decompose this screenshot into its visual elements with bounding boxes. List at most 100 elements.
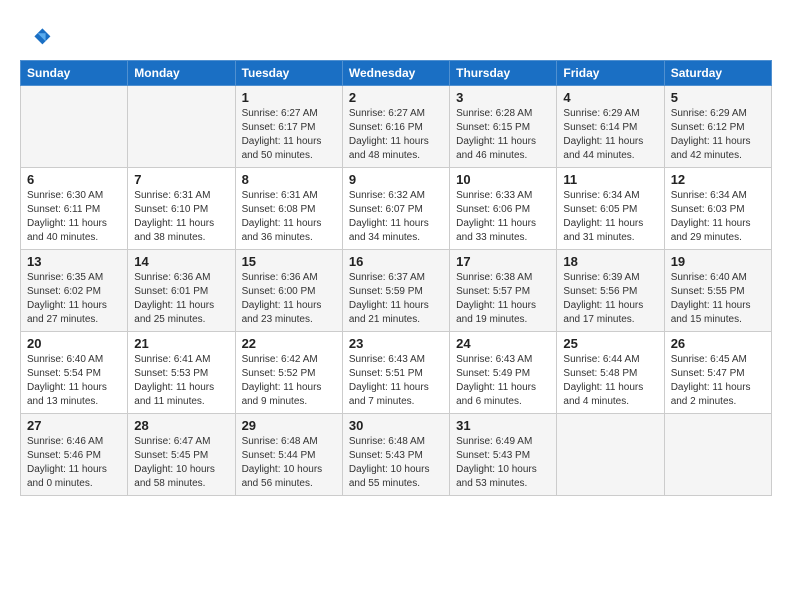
column-header-thursday: Thursday bbox=[450, 61, 557, 86]
calendar-cell: 27 Sunrise: 6:46 AM Sunset: 5:46 PM Dayli… bbox=[21, 414, 128, 496]
day-number: 23 bbox=[349, 336, 443, 351]
day-info: Sunrise: 6:45 AM Sunset: 5:47 PM Dayligh… bbox=[671, 353, 765, 409]
calendar-cell: 9Sunrise: 6:32 AM Sunset: 6:07 PM Daylig… bbox=[342, 168, 449, 250]
calendar-cell: 25 Sunrise: 6:44 AM Sunset: 5:48 PM Dayli… bbox=[557, 332, 664, 414]
calendar-cell: 20 Sunrise: 6:40 AM Sunset: 5:54 PM Dayli… bbox=[21, 332, 128, 414]
day-number: 21 bbox=[134, 336, 228, 351]
day-number: 20 bbox=[27, 336, 121, 351]
day-info: Sunrise: 6:43 AM Sunset: 5:49 PM Dayligh… bbox=[456, 353, 550, 409]
day-number: 29 bbox=[242, 418, 336, 433]
day-number: 28 bbox=[134, 418, 228, 433]
day-info: Sunrise: 6:38 AM Sunset: 5:57 PM Dayligh… bbox=[456, 271, 550, 327]
day-number: 25 bbox=[563, 336, 657, 351]
day-info: Sunrise: 6:27 AM Sunset: 6:16 PM Dayligh… bbox=[349, 107, 443, 163]
day-info: Sunrise: 6:31 AM Sunset: 6:10 PM Dayligh… bbox=[134, 189, 228, 245]
calendar-cell bbox=[557, 414, 664, 496]
day-number: 14 bbox=[134, 254, 228, 269]
calendar-cell: 4 Sunrise: 6:29 AM Sunset: 6:14 PM Daylig… bbox=[557, 86, 664, 168]
day-number: 27 bbox=[27, 418, 121, 433]
calendar-cell: 13 Sunrise: 6:35 AM Sunset: 6:02 PM Dayli… bbox=[21, 250, 128, 332]
day-number: 16 bbox=[349, 254, 443, 269]
day-number: 12 bbox=[671, 172, 765, 187]
calendar-cell: 21 Sunrise: 6:41 AM Sunset: 5:53 PM Dayli… bbox=[128, 332, 235, 414]
calendar-cell: 2 Sunrise: 6:27 AM Sunset: 6:16 PM Daylig… bbox=[342, 86, 449, 168]
day-number: 19 bbox=[671, 254, 765, 269]
calendar-cell: 18 Sunrise: 6:39 AM Sunset: 5:56 PM Dayli… bbox=[557, 250, 664, 332]
week-row-2: 6 Sunrise: 6:30 AM Sunset: 6:11 PM Daylig… bbox=[21, 168, 772, 250]
day-info: Sunrise: 6:48 AM Sunset: 5:44 PM Dayligh… bbox=[242, 435, 336, 491]
calendar-cell: 31Sunrise: 6:49 AM Sunset: 5:43 PM Dayli… bbox=[450, 414, 557, 496]
calendar-header: SundayMondayTuesdayWednesdayThursdayFrid… bbox=[21, 61, 772, 86]
calendar-cell: 26 Sunrise: 6:45 AM Sunset: 5:47 PM Dayli… bbox=[664, 332, 771, 414]
column-header-wednesday: Wednesday bbox=[342, 61, 449, 86]
calendar-cell: 3 Sunrise: 6:28 AM Sunset: 6:15 PM Daylig… bbox=[450, 86, 557, 168]
day-number: 1 bbox=[242, 90, 336, 105]
column-header-tuesday: Tuesday bbox=[235, 61, 342, 86]
calendar-cell: 28 Sunrise: 6:47 AM Sunset: 5:45 PM Dayli… bbox=[128, 414, 235, 496]
day-info: Sunrise: 6:34 AM Sunset: 6:03 PM Dayligh… bbox=[671, 189, 765, 245]
day-number: 8 bbox=[242, 172, 336, 187]
day-info: Sunrise: 6:44 AM Sunset: 5:48 PM Dayligh… bbox=[563, 353, 657, 409]
column-header-sunday: Sunday bbox=[21, 61, 128, 86]
header bbox=[20, 18, 772, 54]
day-number: 24 bbox=[456, 336, 550, 351]
calendar-cell: 11Sunrise: 6:34 AM Sunset: 6:05 PM Dayli… bbox=[557, 168, 664, 250]
calendar-cell: 16Sunrise: 6:37 AM Sunset: 5:59 PM Dayli… bbox=[342, 250, 449, 332]
calendar-cell: 19 Sunrise: 6:40 AM Sunset: 5:55 PM Dayli… bbox=[664, 250, 771, 332]
day-number: 5 bbox=[671, 90, 765, 105]
calendar-cell bbox=[128, 86, 235, 168]
day-info: Sunrise: 6:33 AM Sunset: 6:06 PM Dayligh… bbox=[456, 189, 550, 245]
day-info: Sunrise: 6:36 AM Sunset: 6:01 PM Dayligh… bbox=[134, 271, 228, 327]
day-info: Sunrise: 6:47 AM Sunset: 5:45 PM Dayligh… bbox=[134, 435, 228, 491]
calendar-body: 1 Sunrise: 6:27 AM Sunset: 6:17 PM Daylig… bbox=[21, 86, 772, 496]
day-info: Sunrise: 6:40 AM Sunset: 5:55 PM Dayligh… bbox=[671, 271, 765, 327]
calendar-cell: 29 Sunrise: 6:48 AM Sunset: 5:44 PM Dayli… bbox=[235, 414, 342, 496]
day-number: 6 bbox=[27, 172, 121, 187]
day-number: 17 bbox=[456, 254, 550, 269]
calendar-cell: 1 Sunrise: 6:27 AM Sunset: 6:17 PM Daylig… bbox=[235, 86, 342, 168]
week-row-5: 27 Sunrise: 6:46 AM Sunset: 5:46 PM Dayli… bbox=[21, 414, 772, 496]
calendar-cell: 10 Sunrise: 6:33 AM Sunset: 6:06 PM Dayli… bbox=[450, 168, 557, 250]
day-number: 30 bbox=[349, 418, 443, 433]
day-number: 2 bbox=[349, 90, 443, 105]
calendar-cell: 6 Sunrise: 6:30 AM Sunset: 6:11 PM Daylig… bbox=[21, 168, 128, 250]
day-info: Sunrise: 6:29 AM Sunset: 6:12 PM Dayligh… bbox=[671, 107, 765, 163]
day-number: 13 bbox=[27, 254, 121, 269]
day-info: Sunrise: 6:43 AM Sunset: 5:51 PM Dayligh… bbox=[349, 353, 443, 409]
day-number: 9 bbox=[349, 172, 443, 187]
day-number: 3 bbox=[456, 90, 550, 105]
day-info: Sunrise: 6:35 AM Sunset: 6:02 PM Dayligh… bbox=[27, 271, 121, 327]
day-info: Sunrise: 6:29 AM Sunset: 6:14 PM Dayligh… bbox=[563, 107, 657, 163]
column-header-monday: Monday bbox=[128, 61, 235, 86]
calendar-cell: 15Sunrise: 6:36 AM Sunset: 6:00 PM Dayli… bbox=[235, 250, 342, 332]
day-number: 26 bbox=[671, 336, 765, 351]
calendar-cell: 24 Sunrise: 6:43 AM Sunset: 5:49 PM Dayli… bbox=[450, 332, 557, 414]
header-row: SundayMondayTuesdayWednesdayThursdayFrid… bbox=[21, 61, 772, 86]
column-header-saturday: Saturday bbox=[664, 61, 771, 86]
column-header-friday: Friday bbox=[557, 61, 664, 86]
week-row-3: 13 Sunrise: 6:35 AM Sunset: 6:02 PM Dayli… bbox=[21, 250, 772, 332]
calendar-cell: 5 Sunrise: 6:29 AM Sunset: 6:12 PM Daylig… bbox=[664, 86, 771, 168]
day-number: 7 bbox=[134, 172, 228, 187]
day-info: Sunrise: 6:27 AM Sunset: 6:17 PM Dayligh… bbox=[242, 107, 336, 163]
page: SundayMondayTuesdayWednesdayThursdayFrid… bbox=[0, 0, 792, 612]
calendar-table: SundayMondayTuesdayWednesdayThursdayFrid… bbox=[20, 60, 772, 496]
calendar-cell bbox=[664, 414, 771, 496]
day-number: 31 bbox=[456, 418, 550, 433]
day-number: 10 bbox=[456, 172, 550, 187]
day-info: Sunrise: 6:28 AM Sunset: 6:15 PM Dayligh… bbox=[456, 107, 550, 163]
logo bbox=[20, 22, 56, 54]
day-info: Sunrise: 6:41 AM Sunset: 5:53 PM Dayligh… bbox=[134, 353, 228, 409]
day-number: 4 bbox=[563, 90, 657, 105]
calendar-cell: 17 Sunrise: 6:38 AM Sunset: 5:57 PM Dayli… bbox=[450, 250, 557, 332]
day-info: Sunrise: 6:34 AM Sunset: 6:05 PM Dayligh… bbox=[563, 189, 657, 245]
day-info: Sunrise: 6:36 AM Sunset: 6:00 PM Dayligh… bbox=[242, 271, 336, 327]
logo-icon bbox=[20, 22, 52, 54]
day-info: Sunrise: 6:39 AM Sunset: 5:56 PM Dayligh… bbox=[563, 271, 657, 327]
day-info: Sunrise: 6:46 AM Sunset: 5:46 PM Dayligh… bbox=[27, 435, 121, 491]
calendar-cell: 23 Sunrise: 6:43 AM Sunset: 5:51 PM Dayli… bbox=[342, 332, 449, 414]
day-info: Sunrise: 6:42 AM Sunset: 5:52 PM Dayligh… bbox=[242, 353, 336, 409]
day-number: 18 bbox=[563, 254, 657, 269]
day-info: Sunrise: 6:40 AM Sunset: 5:54 PM Dayligh… bbox=[27, 353, 121, 409]
day-info: Sunrise: 6:30 AM Sunset: 6:11 PM Dayligh… bbox=[27, 189, 121, 245]
